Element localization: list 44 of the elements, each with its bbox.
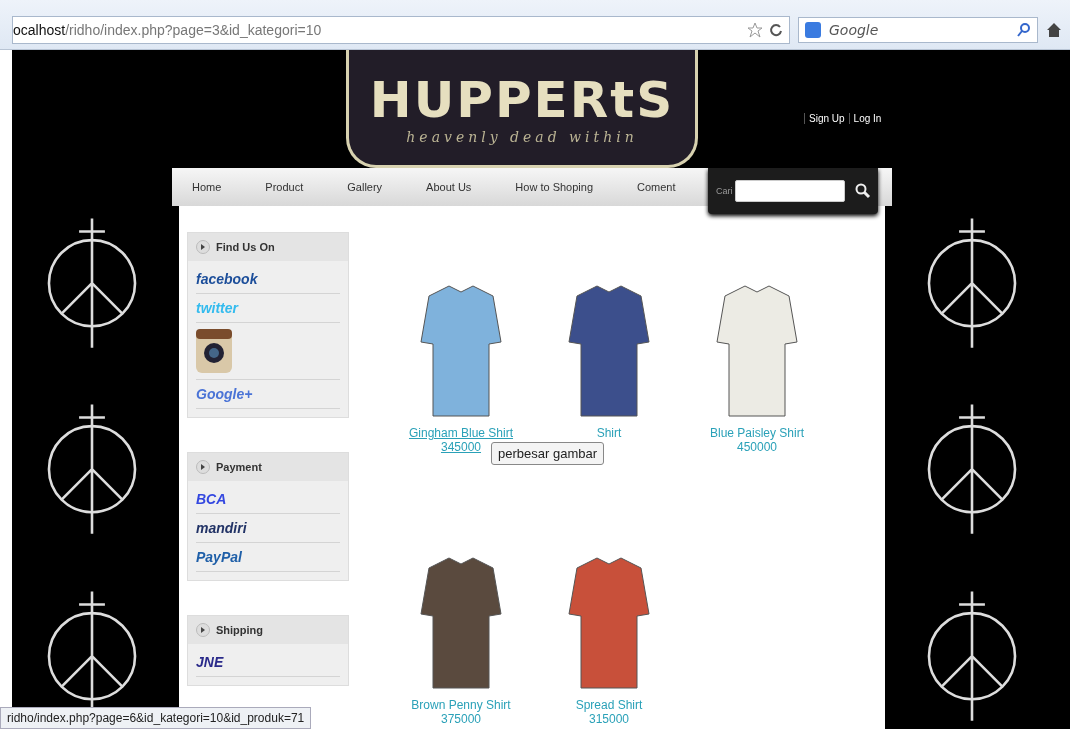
brand-link[interactable]: facebook: [196, 271, 258, 287]
product-price[interactable]: 375000: [440, 712, 481, 726]
home-icon[interactable]: [1046, 21, 1062, 38]
nav-link[interactable]: Coment: [637, 181, 676, 193]
reload-icon[interactable]: [769, 22, 783, 37]
status-bar: ridho/index.php?page=6&id_kategori=10&id_produk=71: [0, 707, 312, 729]
product-name[interactable]: Spread Shirt: [575, 698, 643, 712]
account-link[interactable]: Sign Up: [809, 112, 845, 124]
play-icon: [196, 240, 210, 254]
camera-icon[interactable]: [196, 329, 232, 373]
nav-link[interactable]: How to Shoping: [515, 181, 594, 193]
panel-title: Find Us On: [216, 241, 275, 253]
product-price[interactable]: 450000: [736, 440, 777, 454]
nav-link[interactable]: Home: [192, 181, 222, 193]
address-bar[interactable]: ocalhost/ridho/index.php?page=3&id_kategori=10: [12, 15, 790, 44]
nav-link[interactable]: Gallery: [347, 181, 383, 193]
search-icon: [854, 183, 871, 199]
search-engine-box[interactable]: Google: [798, 16, 1038, 43]
brand-link[interactable]: Google+: [196, 386, 253, 402]
search-icon[interactable]: [1017, 22, 1031, 37]
url-text: ocalhost/ridho/index.php?page=3&id_kategori=10: [13, 21, 323, 38]
product-name[interactable]: Gingham Blue Shirt: [408, 426, 514, 440]
product-price[interactable]: 345000: [440, 440, 481, 454]
product-price[interactable]: 315000: [588, 712, 629, 726]
star-icon[interactable]: [747, 21, 763, 38]
nav-link[interactable]: Product: [265, 181, 304, 193]
account-link[interactable]: Log In: [853, 112, 882, 124]
product-name[interactable]: Blue Paisley Shirt: [709, 426, 804, 440]
play-icon: [196, 623, 210, 637]
brand-link[interactable]: mandiri: [196, 520, 247, 536]
panel-title: Shipping: [216, 624, 264, 636]
search-label: Cari: [716, 186, 733, 196]
brand-link[interactable]: BCA: [196, 491, 227, 507]
tooltip: perbesar gambar: [491, 442, 604, 465]
product-name[interactable]: Brown Penny Shirt: [411, 698, 511, 712]
play-icon: [196, 460, 210, 474]
search-field[interactable]: [734, 180, 845, 202]
product-name[interactable]: Shirt: [596, 426, 622, 440]
brand-link[interactable]: JNE: [196, 654, 224, 670]
logo-tagline: heavenly dead within: [406, 128, 638, 145]
brand-link[interactable]: PayPal: [196, 549, 242, 565]
nav-link[interactable]: About Us: [426, 181, 472, 193]
logo-title: HUPPERtS: [369, 70, 675, 129]
panel-title: Payment: [216, 461, 262, 473]
